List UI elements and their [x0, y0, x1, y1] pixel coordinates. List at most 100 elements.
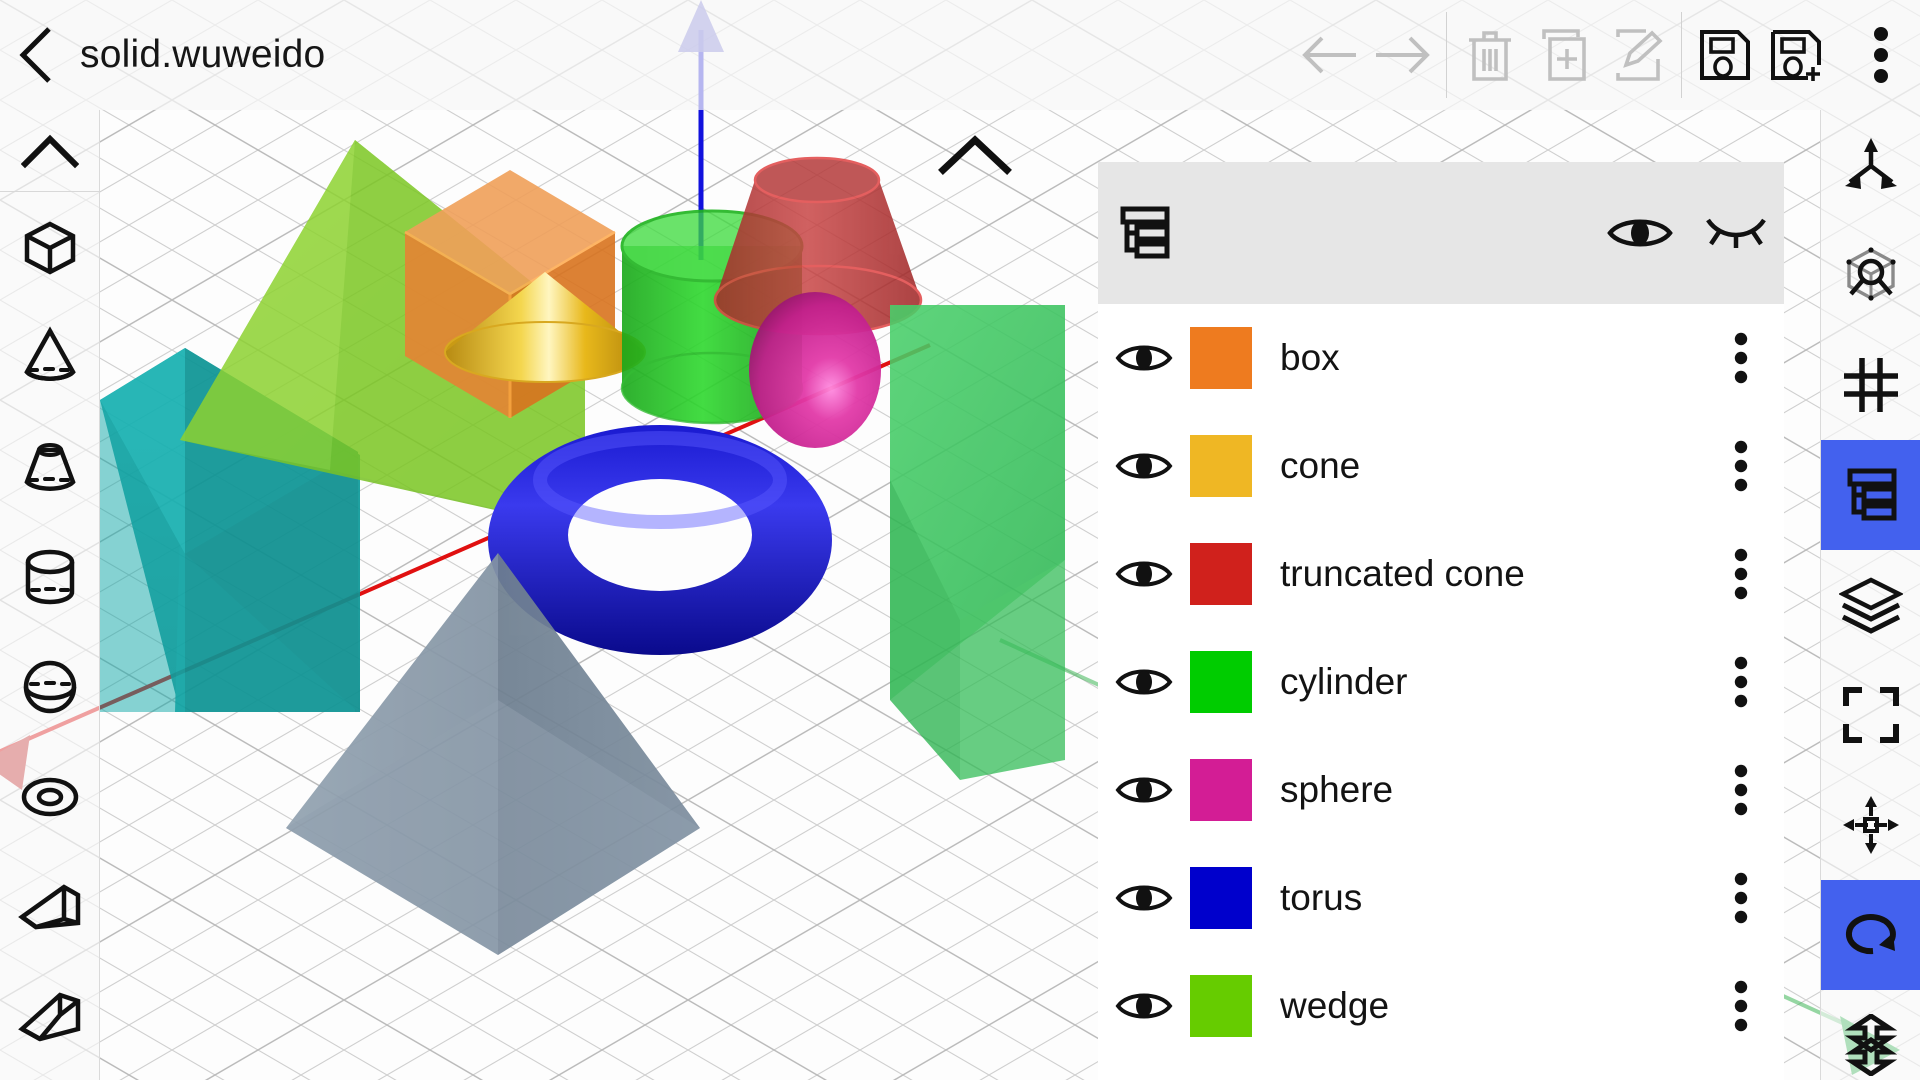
save-button[interactable] [1688, 12, 1762, 98]
edit-pencil-icon [1616, 29, 1663, 81]
tool-torus[interactable] [0, 742, 100, 852]
object-name-label: truncated cone [1280, 553, 1525, 594]
object-list[interactable]: box cone truncated cone cylinder sphere torus… [1098, 304, 1784, 1080]
tool-box[interactable] [0, 192, 100, 302]
toolbar-group-save [1681, 12, 1842, 98]
tool-prism[interactable] [0, 962, 100, 1072]
tool-wedge[interactable] [0, 852, 100, 962]
tree-list-icon [1120, 206, 1170, 259]
object-name-label: cylinder [1280, 661, 1408, 702]
eye-open-icon [1115, 885, 1173, 911]
cube-search-icon [1845, 247, 1896, 301]
list-item[interactable]: cylinder [1098, 628, 1784, 736]
chevron-left-icon [19, 27, 51, 83]
list-item[interactable]: box [1098, 304, 1784, 412]
move-tool-button[interactable] [1821, 770, 1920, 880]
redo-button[interactable] [1366, 12, 1440, 98]
right-tool-rail [1820, 110, 1920, 1080]
left-tool-rail [0, 110, 100, 1080]
tree-list-icon [1847, 468, 1896, 521]
save-floppy-icon [1700, 30, 1750, 80]
list-item[interactable]: wedge [1098, 952, 1784, 1060]
rename-button[interactable] [1601, 12, 1675, 98]
visibility-toggle[interactable] [1098, 304, 1190, 412]
toggle-grid-button[interactable] [1821, 330, 1920, 440]
delete-button[interactable] [1453, 12, 1527, 98]
tool-cone[interactable] [0, 302, 100, 412]
visibility-toggle[interactable] [1098, 628, 1190, 736]
scene-prism-green[interactable] [890, 305, 1065, 780]
scroll-up-button[interactable] [0, 110, 100, 192]
toolbar-group-history [1286, 12, 1446, 98]
row-options-button[interactable] [1698, 304, 1784, 412]
selection-frame-icon [1842, 687, 1899, 743]
save-as-floppy-plus-icon [1771, 30, 1821, 81]
color-swatch[interactable] [1190, 435, 1252, 497]
more-options-button[interactable] [1842, 12, 1920, 98]
object-name-label: cone [1280, 445, 1361, 486]
prism-icon [17, 992, 80, 1042]
wedge-icon [17, 884, 80, 930]
color-swatch[interactable] [1190, 975, 1252, 1037]
zoom-to-fit-button[interactable] [1821, 220, 1920, 330]
select-frame-button[interactable] [1821, 660, 1920, 770]
row-options-button[interactable] [1698, 736, 1784, 844]
row-options-button[interactable] [1698, 520, 1784, 628]
list-item[interactable]: torus [1098, 844, 1784, 952]
view-axes-button[interactable] [1821, 110, 1920, 220]
visibility-toggle[interactable] [1098, 736, 1190, 844]
back-button[interactable] [0, 0, 74, 110]
visibility-toggle[interactable] [1098, 952, 1190, 1060]
eye-open-icon [1115, 345, 1173, 371]
list-item[interactable]: cone [1098, 412, 1784, 520]
row-options-button[interactable] [1698, 412, 1784, 520]
object-panel-header [1098, 162, 1784, 304]
color-swatch[interactable] [1190, 759, 1252, 821]
save-as-button[interactable] [1762, 12, 1836, 98]
arrow-right-icon [1376, 36, 1430, 74]
copy-add-icon [1542, 29, 1586, 81]
page-title: solid.wuweido [80, 33, 326, 76]
undo-button[interactable] [1292, 12, 1366, 98]
truncated-cone-icon [23, 443, 76, 491]
grid-icon [1843, 358, 1898, 412]
scene-sphere-magenta[interactable] [749, 292, 881, 448]
eye-closed-icon [1706, 218, 1766, 248]
color-swatch[interactable] [1190, 651, 1252, 713]
color-swatch[interactable] [1190, 867, 1252, 929]
layers-icon [1838, 577, 1903, 634]
color-swatch[interactable] [1190, 327, 1252, 389]
layers-button[interactable] [1821, 550, 1920, 660]
scale-tool-button[interactable] [1821, 990, 1920, 1080]
object-name-label: box [1280, 337, 1340, 378]
rotate-tool-button[interactable] [1820, 880, 1920, 990]
list-item[interactable]: truncated cone [1098, 520, 1784, 628]
top-toolbar: solid.wuweido [0, 0, 1920, 110]
color-swatch[interactable] [1190, 543, 1252, 605]
object-tree-icon-header [1098, 162, 1194, 304]
duplicate-button[interactable] [1527, 12, 1601, 98]
chevron-up-icon [20, 134, 79, 168]
trash-icon [1469, 31, 1511, 81]
tool-sphere[interactable] [0, 632, 100, 742]
hide-all-button[interactable] [1688, 162, 1784, 304]
object-tree-button[interactable] [1820, 440, 1920, 550]
dots-vertical-icon [1734, 656, 1748, 708]
eye-open-icon [1115, 777, 1173, 803]
eye-open-icon [1115, 669, 1173, 695]
visibility-toggle[interactable] [1098, 844, 1190, 952]
dots-vertical-icon [1734, 980, 1748, 1032]
visibility-toggle[interactable] [1098, 412, 1190, 520]
tool-truncated-cone[interactable] [0, 412, 100, 522]
panel-collapse-handle[interactable] [935, 128, 1015, 180]
row-options-button[interactable] [1698, 952, 1784, 1060]
eye-open-icon [1115, 561, 1173, 587]
scale-arrows-icon [1844, 1014, 1897, 1076]
row-options-button[interactable] [1698, 628, 1784, 736]
row-options-button[interactable] [1698, 844, 1784, 952]
show-all-button[interactable] [1592, 162, 1688, 304]
list-item[interactable]: sphere [1098, 736, 1784, 844]
tool-cylinder[interactable] [0, 522, 100, 632]
rotate-icon [1845, 914, 1896, 955]
visibility-toggle[interactable] [1098, 520, 1190, 628]
